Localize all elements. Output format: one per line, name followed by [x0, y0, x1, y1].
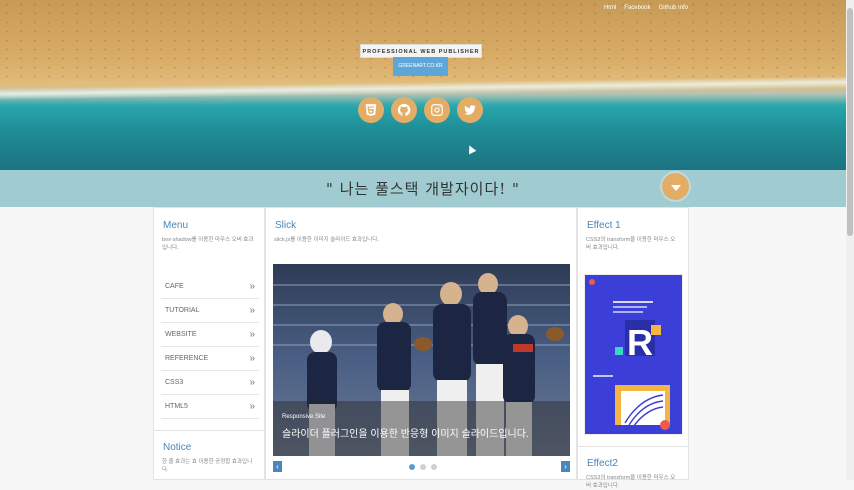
- menu-column: Menu box-shadow를 이용한 마우스 오버 효과입니다. CAFE »…: [153, 207, 265, 480]
- twitter-icon: [464, 105, 476, 115]
- scroll-down-button[interactable]: [662, 173, 689, 200]
- menu-item-label: CSS3: [165, 379, 184, 386]
- top-nav: Html Facebook Github Info: [604, 5, 688, 11]
- page-scrollbar[interactable]: [846, 0, 854, 480]
- top-nav-github[interactable]: Github Info: [659, 5, 688, 11]
- site-link-button[interactable]: GREENART.CO.KR: [393, 57, 448, 76]
- menu-description: box-shadow를 이용한 마우스 오버 효과입니다.: [162, 237, 254, 251]
- publisher-label: PROFESSIONAL WEB PUBLISHER: [360, 44, 482, 58]
- menu-title: Menu: [163, 220, 189, 231]
- menu-item-website[interactable]: WEBSITE »: [161, 323, 259, 347]
- slick-column: Slick slick.js를 이용한 이미지 슬라이드 효과입니다. Resp…: [265, 207, 577, 480]
- slider-dot[interactable]: [409, 464, 415, 470]
- effect1-description: CSS3의 transform을 이용한 마우스 오버 효과입니다.: [586, 237, 676, 251]
- slider-dot[interactable]: [420, 464, 426, 470]
- social-links: [358, 97, 483, 123]
- double-chevron-right-icon: »: [249, 281, 255, 292]
- menu-list: CAFE » TUTORIAL » WEBSITE » REFERENCE » CSS3…: [161, 275, 259, 419]
- poster-image: R: [585, 275, 682, 434]
- instagram-link[interactable]: [424, 97, 450, 123]
- slick-title: Slick: [275, 220, 297, 231]
- slider-dot[interactable]: [431, 464, 437, 470]
- effect2-box: Effect2 CSS3의 transform을 이용한 마우스 오버 효과입니…: [578, 446, 688, 490]
- menu-item-reference[interactable]: REFERENCE »: [161, 347, 259, 371]
- github-link[interactable]: [391, 97, 417, 123]
- menu-item-label: TUTORIAL: [165, 307, 200, 314]
- menu-item-tutorial[interactable]: TUTORIAL »: [161, 299, 259, 323]
- hero-banner: Html Facebook Github Info PROFESSIONAL W…: [0, 0, 846, 170]
- notice-box: Notice 한 줄 효과는 효 이용한 공정합 효과입니다.: [154, 430, 264, 474]
- quote-text: " 나는 풀스택 개발자이다! ": [326, 180, 520, 198]
- double-chevron-right-icon: »: [249, 305, 255, 316]
- notice-title: Notice: [163, 442, 192, 453]
- caption-subtitle: Responsive Site: [282, 414, 326, 420]
- slide-caption: Responsive Site 슬라이더 플러그인을 이용한 반응형 이미지 슬…: [273, 401, 570, 456]
- menu-item-label: CAFE: [165, 283, 184, 290]
- menu-item-html5[interactable]: HTML5 »: [161, 395, 259, 419]
- menu-item-label: WEBSITE: [165, 331, 197, 338]
- slider-prev-button[interactable]: ‹: [273, 461, 282, 472]
- html5-icon: [365, 104, 377, 116]
- slider-dots: [409, 464, 437, 470]
- double-chevron-right-icon: »: [249, 353, 255, 364]
- double-chevron-right-icon: »: [249, 401, 255, 412]
- slider-controls: ‹ ›: [273, 461, 570, 473]
- caption-title: 슬라이더 플러그인을 이용한 반응형 이미지 슬라이드입니다.: [282, 429, 529, 440]
- double-chevron-right-icon: »: [249, 329, 255, 340]
- slider-next-button[interactable]: ›: [561, 461, 570, 472]
- quote-band: " 나는 풀스택 개발자이다! ": [0, 170, 846, 207]
- scrollbar-thumb[interactable]: [847, 8, 853, 236]
- double-chevron-right-icon: »: [249, 377, 255, 388]
- mouse-cursor: [465, 143, 477, 155]
- top-nav-html[interactable]: Html: [604, 5, 616, 11]
- menu-item-css3[interactable]: CSS3 »: [161, 371, 259, 395]
- slick-description: slick.js를 이용한 이미지 슬라이드 효과입니다.: [274, 237, 379, 243]
- menu-item-cafe[interactable]: CAFE »: [161, 275, 259, 299]
- arrow-down-icon: [670, 184, 681, 191]
- effect-column: Effect 1 CSS3의 transform을 이용한 마우스 오버 효과입…: [577, 207, 689, 489]
- effect1-title: Effect 1: [587, 220, 621, 231]
- notice-description: 한 줄 효과는 효 이용한 공정합 효과입니다.: [162, 459, 253, 473]
- effect2-description: CSS3의 transform을 이용한 마우스 오버 효과입니다.: [586, 475, 676, 489]
- effect2-title: Effect2: [587, 458, 618, 469]
- svg-text:R: R: [627, 322, 653, 363]
- effect1-image[interactable]: R: [584, 274, 683, 435]
- menu-item-label: REFERENCE: [165, 355, 209, 362]
- twitter-link[interactable]: [457, 97, 483, 123]
- image-slider[interactable]: Responsive Site 슬라이더 플러그인을 이용한 반응형 이미지 슬…: [273, 264, 570, 456]
- github-icon: [397, 103, 411, 116]
- html5-link[interactable]: [358, 97, 384, 123]
- menu-item-label: HTML5: [165, 403, 188, 410]
- top-nav-facebook[interactable]: Facebook: [624, 5, 650, 11]
- instagram-icon: [431, 104, 443, 116]
